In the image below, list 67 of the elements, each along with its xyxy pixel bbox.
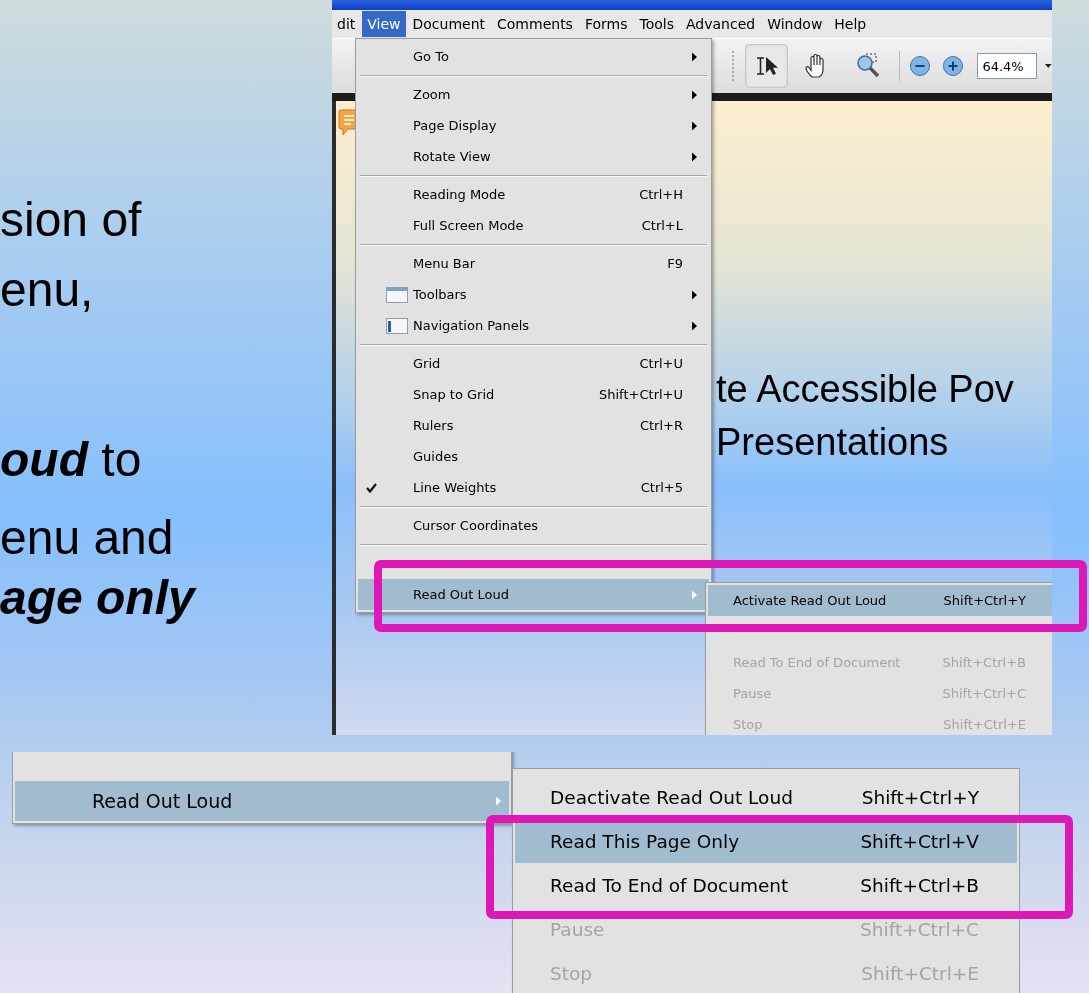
menu-item[interactable]: Cursor Coordinates — [358, 510, 709, 541]
shortcut-label: Shift+Ctrl+E — [943, 717, 1026, 732]
menu-item[interactable]: Go To — [358, 41, 709, 72]
submenu-arrow-icon — [692, 590, 697, 599]
menu-bar-item[interactable]: dit — [332, 11, 361, 37]
menu-bar-item[interactable]: Advanced — [681, 11, 761, 37]
slide-text: enu, — [0, 262, 95, 318]
menu-bar-item[interactable]: Help — [829, 11, 872, 37]
zoom-field[interactable]: 64.4% — [977, 53, 1038, 79]
submenu-arrow-icon — [692, 121, 697, 130]
menu-bar-item[interactable]: Window — [762, 11, 828, 37]
menu-item[interactable]: Page Display — [358, 110, 709, 141]
menu-item[interactable]: Line Weights Ctrl+5 — [358, 472, 709, 503]
menu-item[interactable]: Menu Bar F9 — [358, 248, 709, 279]
menu-item[interactable]: Snap to Grid Shift+Ctrl+U — [358, 379, 709, 410]
submenu-arrow-icon — [692, 90, 697, 99]
plus-icon — [942, 55, 965, 77]
shortcut-label: Shift+Ctrl+B — [942, 655, 1026, 670]
menu-item[interactable]: Deactivate Read Out Loud Shift+Ctrl+Y — [515, 775, 1017, 819]
menu-bar-item[interactable]: Forms — [579, 11, 633, 37]
shortcut-label: Shift+Ctrl+C — [942, 686, 1026, 701]
shortcut-label: Ctrl+U — [639, 356, 683, 371]
menu-item[interactable]: Read Out Loud — [15, 781, 509, 821]
menu-item[interactable]: Rotate View — [358, 141, 709, 172]
shortcut-label: Shift+Ctrl+Y — [943, 593, 1026, 608]
menu-item[interactable]: Toolbars — [358, 279, 709, 310]
submenu-arrow-icon — [692, 290, 697, 299]
menu-item[interactable]: Activate Read Out Loud Shift+Ctrl+Y — [708, 585, 1052, 616]
panel-icon — [386, 317, 408, 334]
shortcut-label: Shift+Ctrl+C — [860, 918, 979, 940]
menu-item[interactable]: Navigation Panels — [358, 310, 709, 341]
submenu-arrow-icon — [692, 152, 697, 161]
shortcut-label: Shift+Ctrl+V — [860, 830, 979, 852]
shortcut-label: Ctrl+H — [639, 187, 683, 202]
slide-text: enu and — [0, 510, 175, 566]
menu-item[interactable]: Guides — [358, 441, 709, 472]
menu-item[interactable]: Read To End of Document Shift+Ctrl+B — [515, 863, 1017, 907]
slide-text: sion of — [0, 192, 143, 248]
toolbar-icon — [386, 286, 408, 303]
shortcut-label: Ctrl+L — [641, 218, 683, 233]
document-title: te Accessible Pov — [716, 367, 1015, 412]
menu-bar-item[interactable]: Comments — [492, 11, 578, 37]
menu-item[interactable]: Rulers Ctrl+R — [358, 410, 709, 441]
menu-item[interactable]: Full Screen Mode Ctrl+L — [358, 210, 709, 241]
minus-icon — [909, 55, 932, 77]
slide-text: oud to — [0, 432, 143, 488]
shortcut-label: Ctrl+5 — [640, 480, 683, 495]
menu-item[interactable]: Grid Ctrl+U — [358, 348, 709, 379]
shortcut-label: Shift+Ctrl+E — [861, 962, 979, 984]
select-tool-button[interactable] — [744, 44, 789, 88]
menu-bar-item[interactable]: View — [362, 11, 406, 37]
caret-icon[interactable] — [1045, 64, 1052, 68]
menu-item[interactable]: Reading Mode Ctrl+H — [358, 179, 709, 210]
menu-bar-item[interactable]: Document — [407, 11, 491, 37]
submenu-arrow-icon — [496, 796, 501, 806]
submenu-arrow-icon — [692, 52, 697, 61]
menu-item[interactable]: Read Out Loud — [358, 579, 709, 610]
shortcut-label: F9 — [667, 256, 683, 271]
document-title: Presentations — [716, 420, 950, 465]
submenu-arrow-icon — [692, 321, 697, 330]
slide-text: age only — [0, 570, 195, 626]
shortcut-label: Shift+Ctrl+B — [860, 874, 979, 896]
shortcut-label: Ctrl+R — [639, 418, 683, 433]
shortcut-label: Shift+Ctrl+Y — [861, 786, 979, 808]
shortcut-label: Shift+Ctrl+U — [599, 387, 683, 402]
menu-item[interactable]: Zoom — [358, 79, 709, 110]
menu-bar-item[interactable]: Tools — [634, 11, 679, 37]
